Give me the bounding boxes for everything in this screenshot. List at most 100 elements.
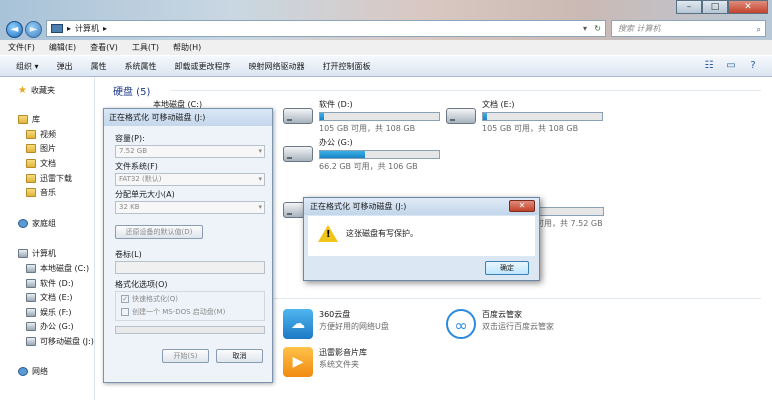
sidebar-item-documents[interactable]: 文档 <box>26 157 56 170</box>
app-baidu-cloud[interactable]: ∞ 百度云管家双击运行百度云管家 <box>446 309 554 339</box>
volume-label-input[interactable] <box>115 261 265 274</box>
preview-pane-icon[interactable]: ▭ <box>724 60 738 73</box>
app-name: 百度云管家 <box>482 310 522 319</box>
properties-button[interactable]: 属性 <box>91 61 107 72</box>
sidebar-item-thunder[interactable]: 迅雷下载 <box>26 172 72 185</box>
drive-name: 文档 (E:) <box>482 100 515 109</box>
sidebar-drive-d[interactable]: 软件 (D:) <box>26 277 74 290</box>
eject-button[interactable]: 弹出 <box>57 61 73 72</box>
capacity-value: 7.52 GB <box>119 147 148 155</box>
play-icon: ▶ <box>283 347 313 377</box>
usage-bar <box>319 150 440 159</box>
msdos-boot-checkbox[interactable]: 创建一个 MS-DOS 启动盘(M) <box>121 307 225 317</box>
section-title: 硬盘 (5) <box>113 87 151 98</box>
sidebar-homegroup[interactable]: 家庭组 <box>18 217 56 230</box>
organize-button[interactable]: 组织 ▾ <box>16 61 39 72</box>
sidebar-network[interactable]: 网络 <box>18 365 48 378</box>
app-360-cloud[interactable]: ☁ 360云盘 方便好用的网络U盘 <box>283 309 389 339</box>
cloud-icon: ☁ <box>283 309 313 339</box>
allocation-value: 32 KB <box>119 203 140 211</box>
map-network-drive-button[interactable]: 映射网络驱动器 <box>249 61 305 72</box>
sidebar-item-pictures[interactable]: 图片 <box>26 142 56 155</box>
menu-tools[interactable]: 工具(T) <box>132 40 159 55</box>
documents-folder-icon <box>26 159 36 168</box>
drive-d-tile[interactable]: 软件 (D:) 105 GB 可用，共 108 GB <box>283 99 440 134</box>
hard-drive-icon <box>283 108 313 124</box>
address-dropdown-icon[interactable]: ▾ <box>583 24 587 33</box>
quick-format-checkbox[interactable]: ✓ 快速格式化(Q) <box>121 294 178 304</box>
allocation-select[interactable]: 32 KB ▾ <box>115 201 265 214</box>
sidebar-label: 可移动磁盘 (J:) <box>40 337 94 346</box>
sidebar-label: 办公 (G:) <box>40 322 74 331</box>
removable-free-space: 可用，共 7.52 GB <box>536 219 603 228</box>
command-bar: 组织 ▾ 弹出 属性 系统属性 卸载或更改程序 映射网络驱动器 打开控制面板 ☷… <box>0 55 772 77</box>
close-window-button[interactable]: ✕ <box>728 0 768 14</box>
sidebar-favorites[interactable]: ★ 收藏夹 <box>18 84 55 97</box>
alert-close-button[interactable]: ✕ <box>509 200 535 212</box>
app-desc: 双击运行百度云管家 <box>482 322 554 331</box>
menu-file[interactable]: 文件(F) <box>8 40 35 55</box>
sidebar-drive-f[interactable]: 娱乐 (F:) <box>26 306 71 319</box>
sidebar-computer[interactable]: 计算机 <box>18 247 56 260</box>
sidebar-label: 计算机 <box>32 249 56 258</box>
capacity-select[interactable]: 7.52 GB ▾ <box>115 145 265 158</box>
baidu-cloud-icon: ∞ <box>446 309 476 339</box>
menu-bar: 文件(F) 编辑(E) 查看(V) 工具(T) 帮助(H) <box>0 40 772 55</box>
sidebar-item-video[interactable]: 视频 <box>26 128 56 141</box>
drive-g-tile[interactable]: 办公 (G:) 66.2 GB 可用，共 106 GB <box>283 137 440 172</box>
search-icon[interactable]: ⌕ <box>757 22 761 37</box>
sidebar-label: 家庭组 <box>32 219 56 228</box>
filesystem-label: 文件系统(F) <box>115 162 158 171</box>
back-button[interactable]: ◄ <box>6 21 23 38</box>
cancel-button[interactable]: 取消 <box>216 349 263 363</box>
search-input[interactable]: 搜索 计算机 ⌕ <box>611 20 766 37</box>
forward-button[interactable]: ► <box>25 21 42 38</box>
video-folder-icon <box>26 130 36 139</box>
menu-help[interactable]: 帮助(H) <box>173 40 201 55</box>
sidebar-label: 娱乐 (F:) <box>40 308 72 317</box>
app-name: 360云盘 <box>319 310 351 319</box>
library-icon <box>18 115 28 124</box>
address-bar[interactable]: ▸ 计算机 ▸ ▾ ↻ <box>46 20 606 37</box>
drive-e-tile[interactable]: 文档 (E:) 105 GB 可用，共 108 GB <box>446 99 603 134</box>
sidebar-drive-j[interactable]: 可移动磁盘 (J:) <box>26 335 94 348</box>
sidebar-drive-c[interactable]: 本地磁盘 (C:) <box>26 262 89 275</box>
sidebar-library[interactable]: 库 <box>18 113 40 126</box>
sidebar-item-music[interactable]: 音乐 <box>26 186 56 199</box>
removable-drive-icon <box>26 337 36 346</box>
menu-view[interactable]: 查看(V) <box>90 40 118 55</box>
system-properties-button[interactable]: 系统属性 <box>125 61 157 72</box>
sidebar-drive-e[interactable]: 文档 (E:) <box>26 291 73 304</box>
search-placeholder: 搜索 计算机 <box>618 24 661 33</box>
section-divider <box>266 298 761 299</box>
sidebar-drive-g[interactable]: 办公 (G:) <box>26 320 74 333</box>
help-icon[interactable]: ? <box>746 60 760 73</box>
address-chevron-icon[interactable]: ▸ <box>103 24 107 33</box>
app-xunlei-library[interactable]: ▶ 迅雷影音片库 系统文件夹 <box>283 347 367 377</box>
refresh-icon[interactable]: ↻ <box>594 24 601 33</box>
uninstall-button[interactable]: 卸载或更改程序 <box>175 61 231 72</box>
drive-free-space: 105 GB 可用，共 108 GB <box>482 124 579 133</box>
ok-button[interactable]: 确定 <box>485 261 529 275</box>
window-controls: – □ ✕ <box>676 0 768 14</box>
sidebar-label: 库 <box>32 115 40 124</box>
sidebar-label: 本地磁盘 (C:) <box>40 264 90 273</box>
app-desc: 系统文件夹 <box>319 360 359 369</box>
control-panel-button[interactable]: 打开控制面板 <box>323 61 371 72</box>
restore-defaults-button[interactable]: 还原设备的默认值(D) <box>115 225 203 239</box>
music-folder-icon <box>26 188 36 197</box>
allocation-label: 分配单元大小(A) <box>115 190 175 199</box>
homegroup-icon <box>18 219 28 228</box>
drive-name: 办公 (G:) <box>319 138 353 147</box>
window-titlebar: – □ ✕ ◄ ► ▸ 计算机 ▸ ▾ ↻ 搜索 计算机 ⌕ <box>0 0 772 40</box>
sidebar-label: 视频 <box>40 130 56 139</box>
view-options-icon[interactable]: ☷ <box>702 60 716 73</box>
alert-body: ! 这张磁盘有写保护。 <box>308 216 535 256</box>
menu-edit[interactable]: 编辑(E) <box>49 40 76 55</box>
drive-icon <box>26 279 36 288</box>
filesystem-select[interactable]: FAT32 (默认) ▾ <box>115 173 265 186</box>
minimize-button[interactable]: – <box>676 0 702 14</box>
maximize-button[interactable]: □ <box>702 0 728 14</box>
computer-icon <box>51 24 63 33</box>
start-button[interactable]: 开始(S) <box>162 349 209 363</box>
